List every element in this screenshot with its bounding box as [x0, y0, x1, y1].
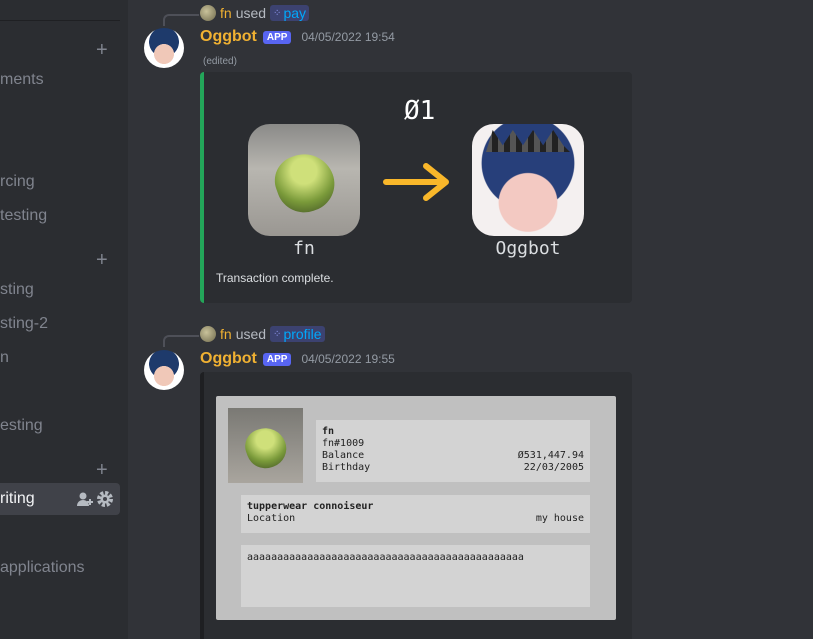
location-label: Location: [247, 513, 296, 524]
profile-name: fn: [322, 426, 335, 437]
edited-label: (edited): [203, 56, 237, 67]
command-chip[interactable]: ⁘ pay: [270, 5, 310, 21]
channel-item[interactable]: sting: [0, 281, 34, 299]
channel-item[interactable]: applications: [0, 559, 85, 577]
add-channel-icon[interactable]: +: [96, 250, 108, 270]
divider: [0, 20, 120, 21]
recipient-name: Oggbot: [495, 238, 561, 259]
profile-avatar: [228, 408, 303, 483]
profile-bio-box: aaaaaaaaaaaaaaaaaaaaaaaaaaaaaaaaaaaaaaaa…: [241, 545, 590, 607]
reply-username[interactable]: fn: [220, 5, 232, 21]
timestamp[interactable]: 04/05/2022 19:55: [301, 352, 394, 366]
avatar[interactable]: [144, 350, 184, 390]
profile-bio: aaaaaaaaaaaaaaaaaaaaaaaaaaaaaaaaaaaaaaaa…: [247, 552, 524, 563]
author-name[interactable]: Oggbot: [200, 28, 257, 46]
reply-used-text: used: [235, 326, 267, 342]
channel-item-label: riting: [0, 490, 35, 507]
profile-title: tupperwear connoiseur: [247, 501, 374, 512]
location-value: my house: [535, 513, 584, 524]
profile-title-box: tupperwear connoiseur Location my house: [241, 495, 590, 533]
transaction-status: Transaction complete.: [216, 271, 334, 285]
command-name: pay: [283, 5, 307, 21]
balance-label: Balance: [322, 450, 365, 461]
app-badge: APP: [262, 30, 292, 44]
profile-info-box: fn fn#1009 Balance Ø531,447.94 Birthday …: [316, 420, 590, 482]
birthday-value: 22/03/2005: [523, 462, 584, 473]
reply-connector: [163, 14, 199, 26]
profile-tag: fn#1009: [322, 438, 365, 449]
message-header: Oggbot APP 04/05/2022 19:54: [200, 28, 395, 46]
gear-icon[interactable]: [96, 490, 114, 508]
channel-item[interactable]: n: [0, 349, 9, 367]
message-header: Oggbot APP 04/05/2022 19:55: [200, 350, 395, 368]
birthday-label: Birthday: [322, 462, 371, 473]
transaction-amount: Ø1: [404, 96, 436, 126]
channel-sidebar: + ments rcing testing + sting sting-2 n …: [0, 0, 128, 639]
command-chip[interactable]: ⁘ profile: [270, 326, 325, 342]
slash-command-icon: ⁘: [273, 328, 281, 340]
timestamp[interactable]: 04/05/2022 19:54: [301, 30, 394, 44]
add-channel-icon[interactable]: +: [96, 40, 108, 60]
balance-value: Ø531,447.94: [517, 450, 584, 461]
add-member-icon[interactable]: [76, 490, 94, 508]
profile-embed: fn fn#1009 Balance Ø531,447.94 Birthday …: [200, 372, 632, 639]
avatar[interactable]: [144, 28, 184, 68]
command-reply[interactable]: fn used ⁘ profile: [200, 326, 325, 342]
channel-item[interactable]: esting: [0, 417, 43, 435]
profile-card: fn fn#1009 Balance Ø531,447.94 Birthday …: [216, 396, 616, 620]
sender-name: fn: [293, 238, 315, 259]
recipient-avatar: [472, 124, 584, 236]
reply-username[interactable]: fn: [220, 326, 232, 342]
user-avatar-mini: [200, 5, 216, 21]
slash-command-icon: ⁘: [273, 7, 281, 19]
add-channel-icon[interactable]: +: [96, 460, 108, 480]
author-name[interactable]: Oggbot: [200, 350, 257, 368]
transaction-embed: Ø1 fn Oggbot Transaction complete.: [200, 72, 632, 303]
command-name: profile: [283, 326, 322, 342]
channel-item[interactable]: sting-2: [0, 315, 48, 333]
channel-item-active[interactable]: riting: [0, 483, 120, 515]
sender-avatar: [248, 124, 360, 236]
user-avatar-mini: [200, 326, 216, 342]
app-badge: APP: [262, 352, 292, 366]
channel-item[interactable]: ments: [0, 71, 44, 89]
reply-used-text: used: [235, 5, 267, 21]
channel-item[interactable]: rcing: [0, 173, 35, 191]
arrow-right-icon: [383, 163, 449, 201]
channel-item[interactable]: testing: [0, 207, 47, 225]
reply-connector: [163, 335, 199, 347]
command-reply[interactable]: fn used ⁘ pay: [200, 5, 310, 21]
